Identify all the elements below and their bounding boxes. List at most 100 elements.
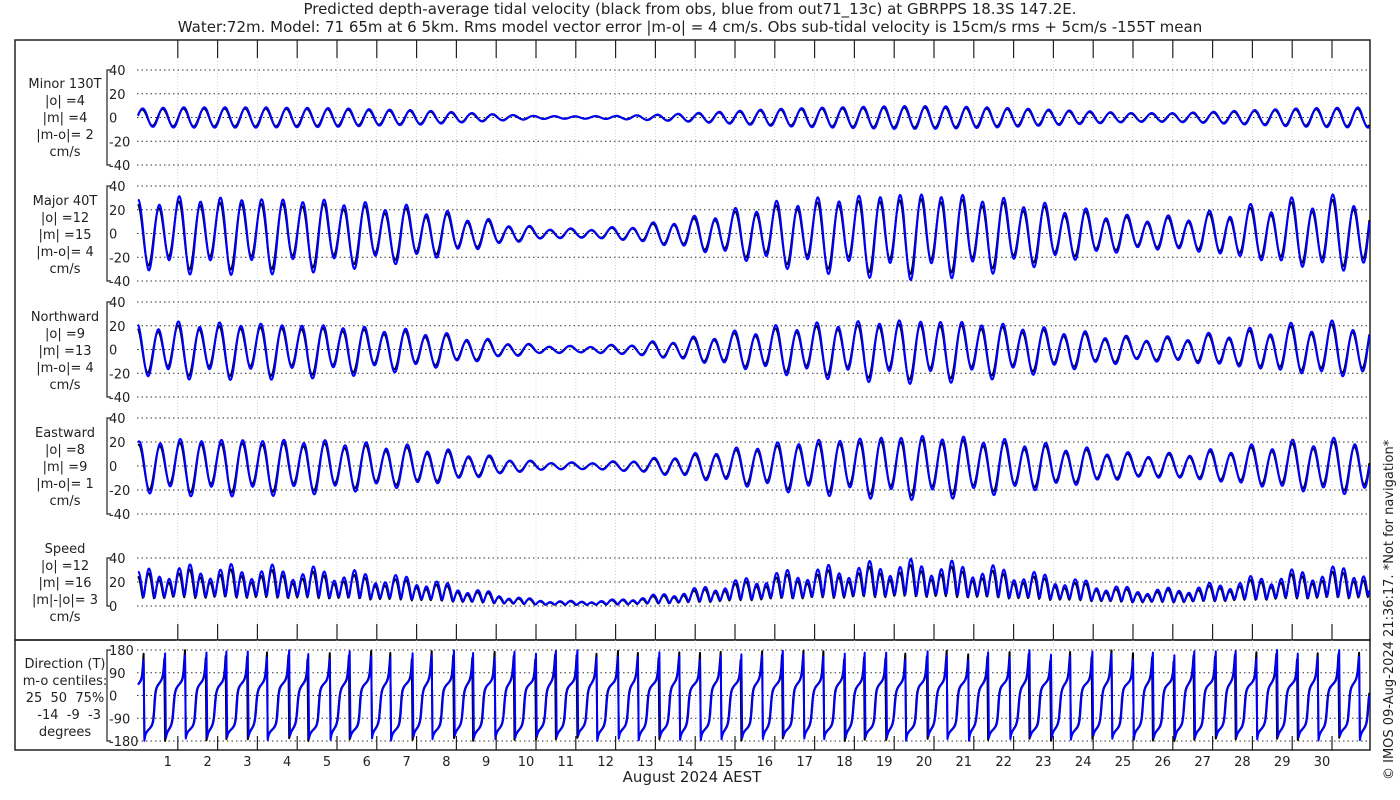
x-tick-label: 6 bbox=[363, 755, 371, 770]
panel-label-line: |m-o|= 4 bbox=[36, 245, 94, 260]
y-tick-label: 0 bbox=[109, 112, 117, 127]
y-tick-label: 0 bbox=[109, 600, 117, 615]
y-tick-label: -40 bbox=[109, 275, 130, 290]
x-tick-label: 22 bbox=[995, 755, 1012, 770]
y-tick-label: 20 bbox=[109, 576, 126, 591]
grid-layer bbox=[177, 58, 1333, 750]
y-tick-label: 40 bbox=[109, 64, 126, 79]
panel-north: 40 20 0 -20 -40 Northward |o| =9 |m| =13 |m-o|= … bbox=[31, 296, 1371, 406]
panel-major: 40 20 0 -20 -40 Major 40T |o| =12 |m| =15 |m-o|=… bbox=[33, 180, 1371, 290]
y-tick-label: -180 bbox=[109, 735, 139, 750]
y-tick-label: -20 bbox=[109, 484, 130, 499]
y-tick-label: -20 bbox=[109, 367, 130, 382]
panels-layer: 40 20 0 -20 -40 Minor 130T |o| =4 |m| =4 |m-o|= … bbox=[23, 64, 1371, 750]
x-tick-label: 1 bbox=[164, 755, 172, 770]
series-north-model bbox=[137, 319, 1371, 385]
panel-direction: 180 90 0 -90 -180 Direction (T) m-o centiles: 2… bbox=[23, 644, 1371, 750]
y-tick-label: -40 bbox=[109, 159, 130, 174]
panel-label-line: |m| =13 bbox=[39, 344, 92, 359]
y-tick-label: 20 bbox=[109, 204, 126, 219]
y-tick-label: 90 bbox=[109, 667, 126, 682]
x-tick-label: 18 bbox=[836, 755, 853, 770]
x-tick-label: 20 bbox=[916, 755, 933, 770]
y-tick-label: 40 bbox=[109, 412, 126, 427]
panel-label-line: cm/s bbox=[50, 145, 81, 160]
y-tick-label: -90 bbox=[109, 712, 130, 727]
panel-label-line: |m| =15 bbox=[39, 228, 92, 243]
panel-east: 40 20 0 -20 -40 Eastward |o| =8 |m| =9 |m-o|= 1 c… bbox=[35, 412, 1371, 523]
x-tick-label: 4 bbox=[283, 755, 291, 770]
x-tick-label: 24 bbox=[1075, 755, 1092, 770]
panel-label-line: Major 40T bbox=[33, 194, 98, 209]
y-tick-label: -20 bbox=[109, 251, 130, 266]
x-tick-label: 17 bbox=[796, 755, 813, 770]
x-tick-label: 3 bbox=[243, 755, 251, 770]
panel-label-line: |o| =9 bbox=[45, 327, 85, 342]
x-tick-label: 12 bbox=[597, 755, 614, 770]
panel-label-line: cm/s bbox=[50, 262, 81, 277]
panel-label-line: 25 50 75% bbox=[26, 691, 105, 706]
panel-label-line: |o| =12 bbox=[41, 211, 89, 226]
panel-label-line: degrees bbox=[39, 725, 92, 740]
y-tick-label: -20 bbox=[109, 135, 130, 150]
y-tick-label: 0 bbox=[109, 228, 117, 243]
panel-label-line: Speed bbox=[45, 542, 86, 557]
x-tick-label: 26 bbox=[1155, 755, 1172, 770]
panel-label-line: cm/s bbox=[50, 610, 81, 625]
y-tick-label: 20 bbox=[109, 320, 126, 335]
panel-label-line: -14 -9 -3 bbox=[29, 708, 101, 723]
y-tick-label: 0 bbox=[109, 460, 117, 475]
x-axis-ticks: 1 2 3 4 5 6 7 8 9 10 11 12 13 14 15 16 17 18 19 20 21 22 23 24 2… bbox=[164, 40, 1333, 770]
y-tick-label: 40 bbox=[109, 296, 126, 311]
panel-label-line: |m| =9 bbox=[43, 460, 88, 475]
series-north-obs bbox=[137, 323, 1371, 381]
panel-minor: 40 20 0 -20 -40 Minor 130T |o| =4 |m| =4 |m-o|= … bbox=[28, 64, 1371, 174]
panel-label-line: |o| =12 bbox=[41, 559, 89, 574]
panel-label-line: m-o centiles: bbox=[23, 674, 108, 689]
y-tick-label: 20 bbox=[109, 436, 126, 451]
series-major-model bbox=[137, 193, 1371, 282]
x-tick-label: 19 bbox=[876, 755, 893, 770]
panel-label-line: cm/s bbox=[50, 378, 81, 393]
panel-label-line: |m| =4 bbox=[43, 111, 88, 126]
y-tick-label: 0 bbox=[109, 344, 117, 359]
panel-label-line: |m-o|= 4 bbox=[36, 361, 94, 376]
x-tick-label: 2 bbox=[203, 755, 211, 770]
copyright-notice: © IMOS 09-Aug-2024 21:36:17. *Not for na… bbox=[1382, 439, 1397, 780]
y-tick-label: 0 bbox=[109, 690, 117, 705]
x-tick-label: 9 bbox=[482, 755, 490, 770]
series-major-obs bbox=[137, 198, 1371, 275]
panel-label-line: Northward bbox=[31, 310, 99, 325]
x-tick-label: 8 bbox=[442, 755, 450, 770]
x-tick-label: 29 bbox=[1274, 755, 1291, 770]
x-tick-label: 21 bbox=[956, 755, 973, 770]
x-tick-label: 27 bbox=[1194, 755, 1211, 770]
title-line-2: Water:72m. Model: 71 65m at 6 5km. Rms m… bbox=[178, 18, 1202, 36]
x-tick-label: 10 bbox=[518, 755, 535, 770]
x-tick-label: 23 bbox=[1035, 755, 1052, 770]
panel-label-line: |m-o|= 1 bbox=[36, 477, 94, 492]
x-tick-label: 5 bbox=[323, 755, 331, 770]
y-tick-label: -40 bbox=[109, 508, 130, 523]
tidal-velocity-figure: Predicted depth-average tidal velocity (… bbox=[14, 0, 1397, 786]
panel-label-line: Direction (T) bbox=[25, 657, 106, 672]
y-tick-label: 40 bbox=[109, 180, 126, 195]
x-tick-label: 30 bbox=[1314, 755, 1331, 770]
y-tick-label: 20 bbox=[109, 88, 126, 103]
x-axis-label: August 2024 AEST bbox=[623, 768, 762, 786]
panel-label-line: cm/s bbox=[50, 494, 81, 509]
panel-label-line: |o| =4 bbox=[45, 94, 85, 109]
panel-label-line: Minor 130T bbox=[28, 77, 101, 92]
panel-label-line: |m| =16 bbox=[39, 576, 92, 591]
x-tick-label: 11 bbox=[558, 755, 575, 770]
panel-speed: 40 20 0 Speed |o| =12 |m| =16 |m|-|o|= 3 cm/s bbox=[32, 542, 1371, 625]
y-tick-label: 40 bbox=[109, 552, 126, 567]
panel-label-line: |m-o|= 2 bbox=[36, 128, 94, 143]
y-tick-label: 180 bbox=[109, 644, 134, 659]
x-tick-label: 25 bbox=[1115, 755, 1132, 770]
panel-label-line: |m|-|o|= 3 bbox=[32, 593, 98, 608]
x-tick-label: 7 bbox=[402, 755, 410, 770]
y-tick-label: -40 bbox=[109, 391, 130, 406]
title-line-1: Predicted depth-average tidal velocity (… bbox=[303, 0, 1076, 19]
main-frame bbox=[14, 39, 1371, 641]
